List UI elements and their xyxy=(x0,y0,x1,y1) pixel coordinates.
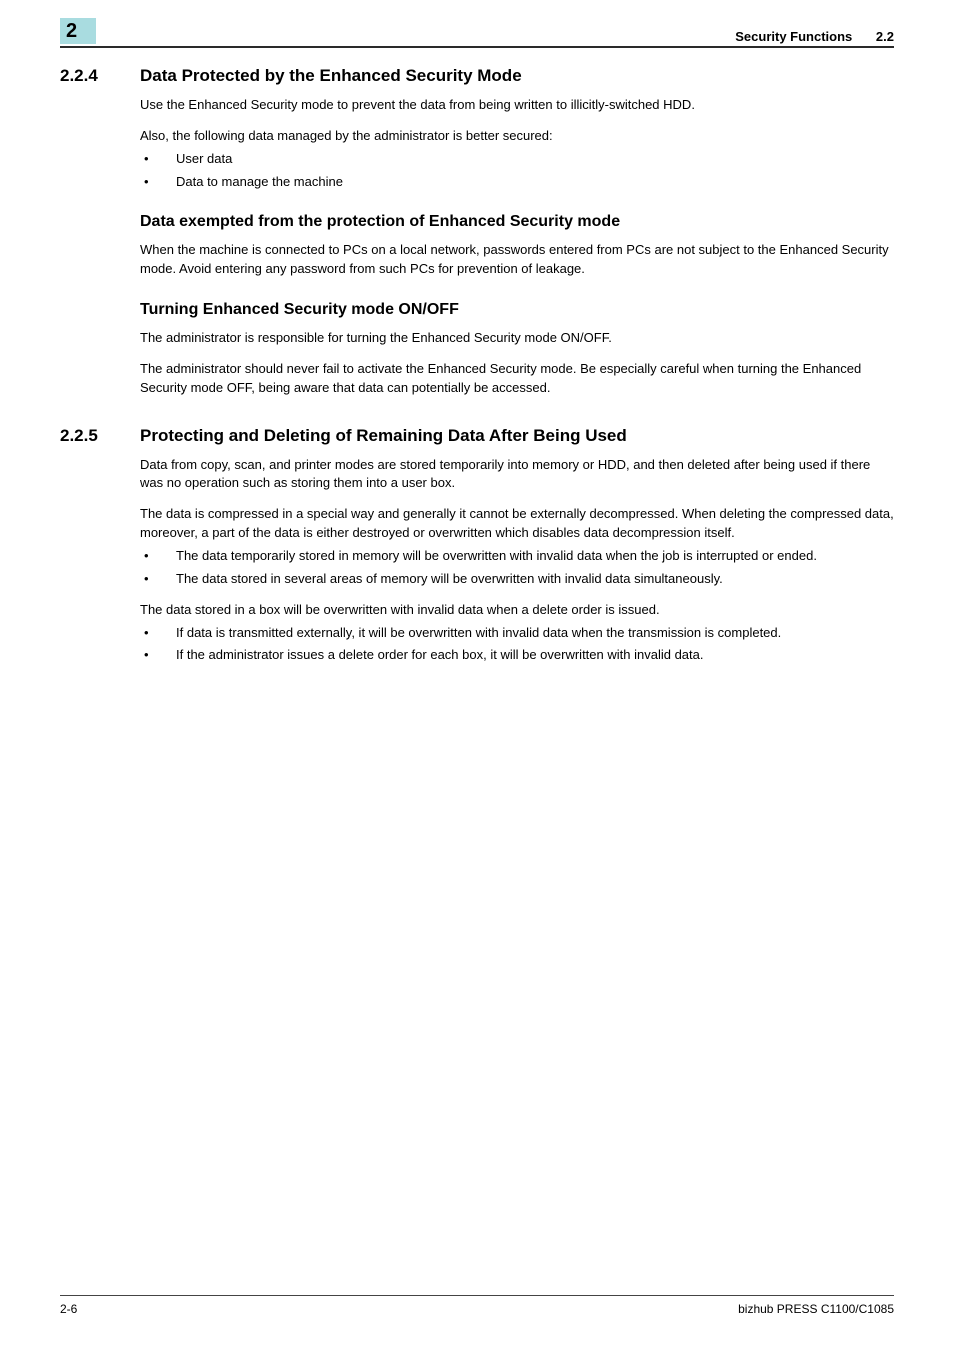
list-item: The data stored in several areas of memo… xyxy=(140,570,894,589)
list-item: User data xyxy=(140,150,894,169)
subheading: Turning Enhanced Security mode ON/OFF xyxy=(140,301,894,319)
paragraph: Use the Enhanced Security mode to preven… xyxy=(140,96,894,115)
paragraph: Also, the following data managed by the … xyxy=(140,127,894,146)
chapter-number: 2 xyxy=(66,20,77,43)
bullet-list: The data temporarily stored in memory wi… xyxy=(140,547,894,589)
page-number: 2-6 xyxy=(60,1302,77,1316)
section-title: Data Protected by the Enhanced Security … xyxy=(140,66,522,86)
subheading: Data exempted from the protection of Enh… xyxy=(140,213,894,231)
chapter-badge-wrap: 2 xyxy=(60,18,100,44)
running-header: Security Functions 2.2 xyxy=(735,29,894,44)
section-number: 2.2.4 xyxy=(60,66,140,86)
paragraph: The data stored in a box will be overwri… xyxy=(140,601,894,620)
page-content: 2.2.4 Data Protected by the Enhanced Sec… xyxy=(60,48,894,665)
section-heading-224: 2.2.4 Data Protected by the Enhanced Sec… xyxy=(60,66,894,86)
document-page: 2 Security Functions 2.2 2.2.4 Data Prot… xyxy=(0,0,954,1350)
running-section-number: 2.2 xyxy=(876,29,894,44)
product-name: bizhub PRESS C1100/C1085 xyxy=(738,1302,894,1316)
section-number: 2.2.5 xyxy=(60,426,140,446)
page-header: 2 Security Functions 2.2 xyxy=(60,0,894,48)
list-item: Data to manage the machine xyxy=(140,173,894,192)
list-item: The data temporarily stored in memory wi… xyxy=(140,547,894,566)
page-footer: 2-6 bizhub PRESS C1100/C1085 xyxy=(60,1295,894,1316)
paragraph: The administrator is responsible for tur… xyxy=(140,329,894,348)
paragraph: Data from copy, scan, and printer modes … xyxy=(140,456,894,494)
list-item: If the administrator issues a delete ord… xyxy=(140,646,894,665)
paragraph: The data is compressed in a special way … xyxy=(140,505,894,543)
section-title: Protecting and Deleting of Remaining Dat… xyxy=(140,426,627,446)
list-item: If data is transmitted externally, it wi… xyxy=(140,624,894,643)
chapter-badge: 2 xyxy=(60,18,100,44)
section-heading-225: 2.2.5 Protecting and Deleting of Remaini… xyxy=(60,426,894,446)
bullet-list: If data is transmitted externally, it wi… xyxy=(140,624,894,666)
paragraph: The administrator should never fail to a… xyxy=(140,360,894,398)
section-block-225: 2.2.5 Protecting and Deleting of Remaini… xyxy=(60,426,894,666)
bullet-list: User data Data to manage the machine xyxy=(140,150,894,192)
paragraph: When the machine is connected to PCs on … xyxy=(140,241,894,279)
running-title-text: Security Functions xyxy=(735,29,852,44)
